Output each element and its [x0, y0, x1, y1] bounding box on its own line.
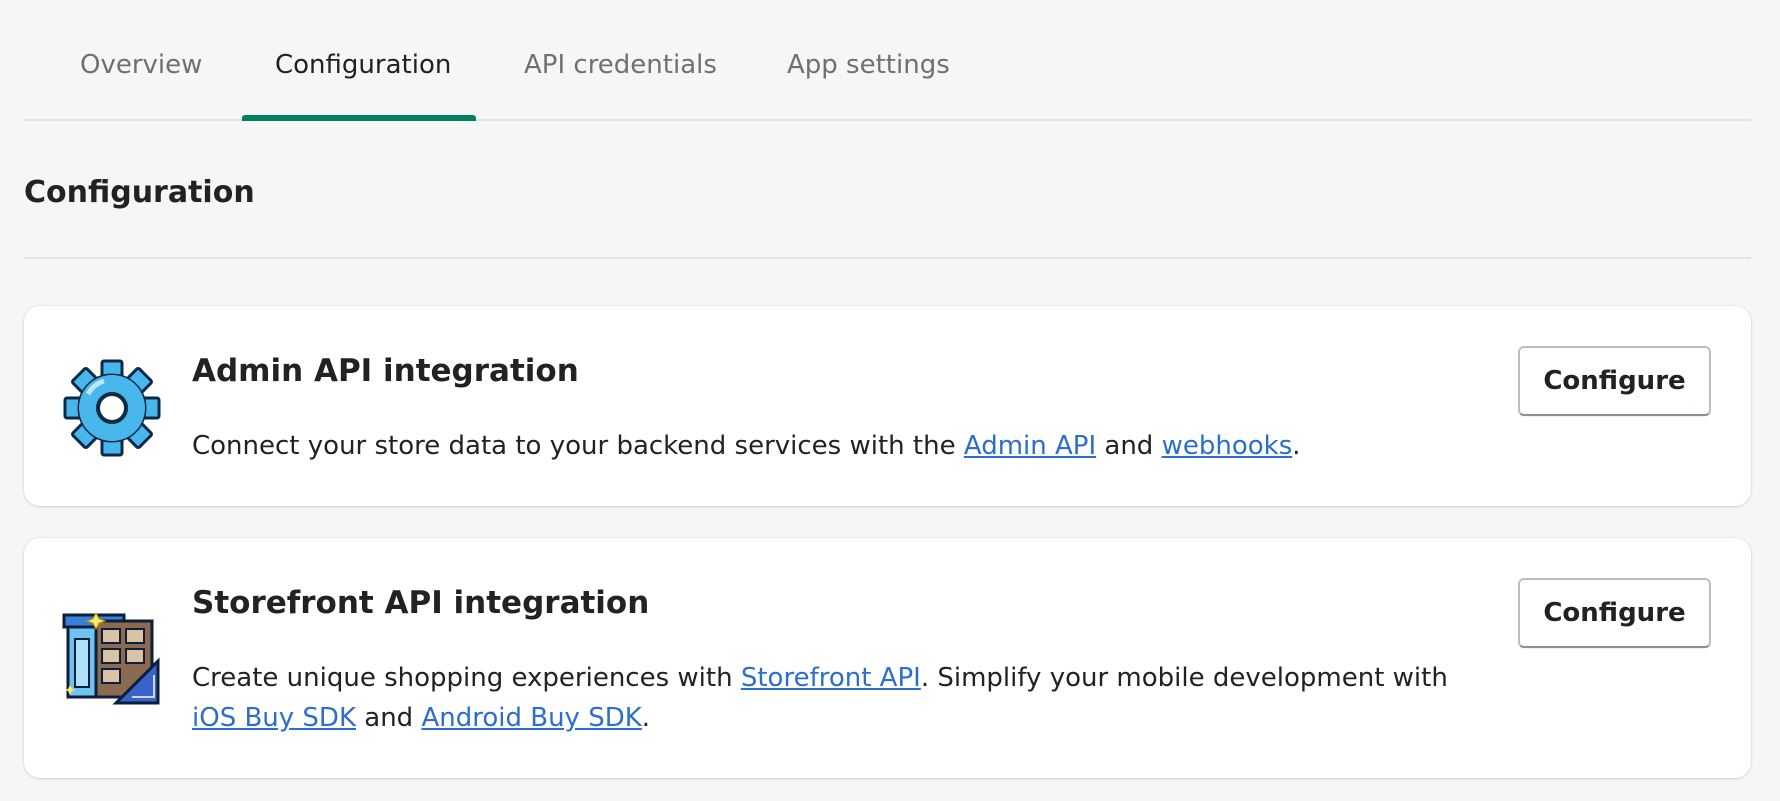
- admin-api-link[interactable]: Admin API: [964, 431, 1096, 461]
- description-text: .: [641, 703, 651, 733]
- tab-bar: Overview Configuration API credentials A…: [24, 0, 1751, 121]
- page-title: Configuration: [24, 175, 255, 210]
- section-divider: [24, 257, 1751, 259]
- description-text: and: [356, 703, 422, 733]
- card-title: Admin API integration: [192, 353, 579, 389]
- description-text: and: [1096, 431, 1162, 461]
- admin-api-card: Admin API integration Connect your store…: [24, 306, 1751, 506]
- tab-api-credentials[interactable]: API credentials: [524, 50, 717, 121]
- android-buy-sdk-link[interactable]: Android Buy SDK: [421, 703, 641, 733]
- configure-storefront-api-button[interactable]: Configure: [1518, 578, 1711, 648]
- card-title: Storefront API integration: [192, 585, 650, 621]
- gear-icon: [62, 358, 162, 458]
- description-text: Connect your store data to your backend …: [192, 431, 964, 461]
- description-text: . Simplify your mobile development with: [920, 663, 1448, 693]
- tab-configuration[interactable]: Configuration: [275, 50, 451, 121]
- webhooks-link[interactable]: webhooks: [1162, 431, 1293, 461]
- description-text: Create unique shopping experiences with: [192, 663, 741, 693]
- active-tab-indicator: [242, 115, 476, 121]
- tab-overview[interactable]: Overview: [80, 50, 202, 121]
- configure-admin-api-button[interactable]: Configure: [1518, 346, 1711, 416]
- storefront-api-card: Storefront API integration Create unique…: [24, 538, 1751, 778]
- app-page: Overview Configuration API credentials A…: [24, 0, 1751, 778]
- tab-app-settings[interactable]: App settings: [787, 50, 950, 121]
- card-description: Create unique shopping experiences with …: [192, 658, 1492, 738]
- description-text: .: [1292, 431, 1301, 461]
- ios-buy-sdk-link[interactable]: iOS Buy SDK: [192, 703, 356, 733]
- storefront-icon: [62, 607, 162, 707]
- card-description: Connect your store data to your backend …: [192, 426, 1592, 466]
- storefront-api-link[interactable]: Storefront API: [741, 663, 921, 693]
